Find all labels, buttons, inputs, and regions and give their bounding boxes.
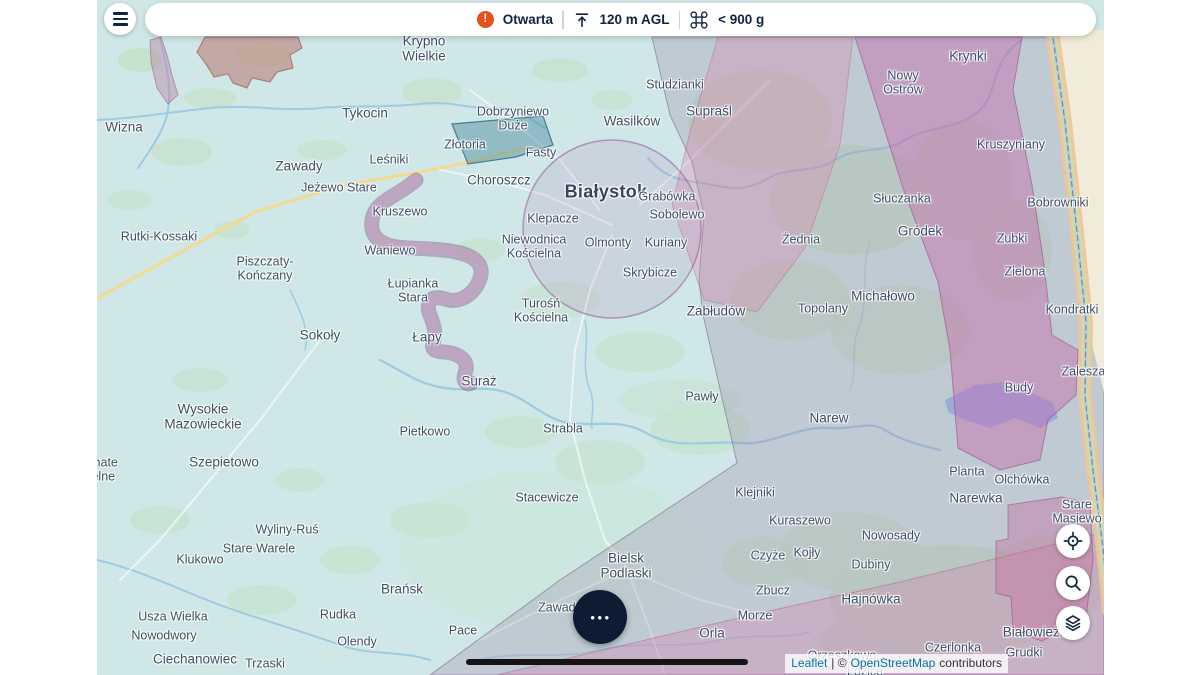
flight-status-content: ! Otwarta 120 m AGL < 900 g [477,10,764,30]
map-attribution: Leaflet | © OpenStreetMap contributors [785,654,1008,673]
flight-status-bar[interactable]: ! Otwarta 120 m AGL < 900 g [145,3,1096,36]
app-window: Krypno WielkieWiznaTykocinDobrzyniewo Du… [0,0,1200,675]
leaflet-link[interactable]: Leaflet [791,656,827,670]
layers-button[interactable] [1056,606,1090,640]
more-options-button[interactable]: ••• [573,590,627,644]
ellipsis-icon: ••• [588,611,611,624]
layers-icon [1063,613,1083,633]
zone-bialystok-circle[interactable] [523,140,701,318]
altitude-limit-label: 120 m AGL [600,12,670,27]
openstreetmap-link[interactable]: OpenStreetMap [851,656,936,670]
attribution-suffix: contributors [939,656,1002,670]
locate-button[interactable] [1056,524,1090,558]
attribution-separator: | © [831,656,846,670]
zone-status-label: Otwarta [503,12,553,27]
search-icon [1063,573,1083,593]
drawer-handle[interactable] [466,659,748,665]
drone-icon [689,10,709,30]
divider [679,11,681,29]
locate-icon [1063,531,1083,551]
weight-limit-label: < 900 g [718,12,764,27]
ceiling-height-icon [573,11,591,29]
map-viewport[interactable]: Krypno WielkieWiznaTykocinDobrzyniewo Du… [97,0,1104,675]
hamburger-icon [113,12,128,25]
search-button[interactable] [1056,566,1090,600]
map-canvas [97,0,1104,675]
warning-icon: ! [477,11,494,28]
divider [562,11,564,29]
menu-button[interactable] [104,3,136,35]
